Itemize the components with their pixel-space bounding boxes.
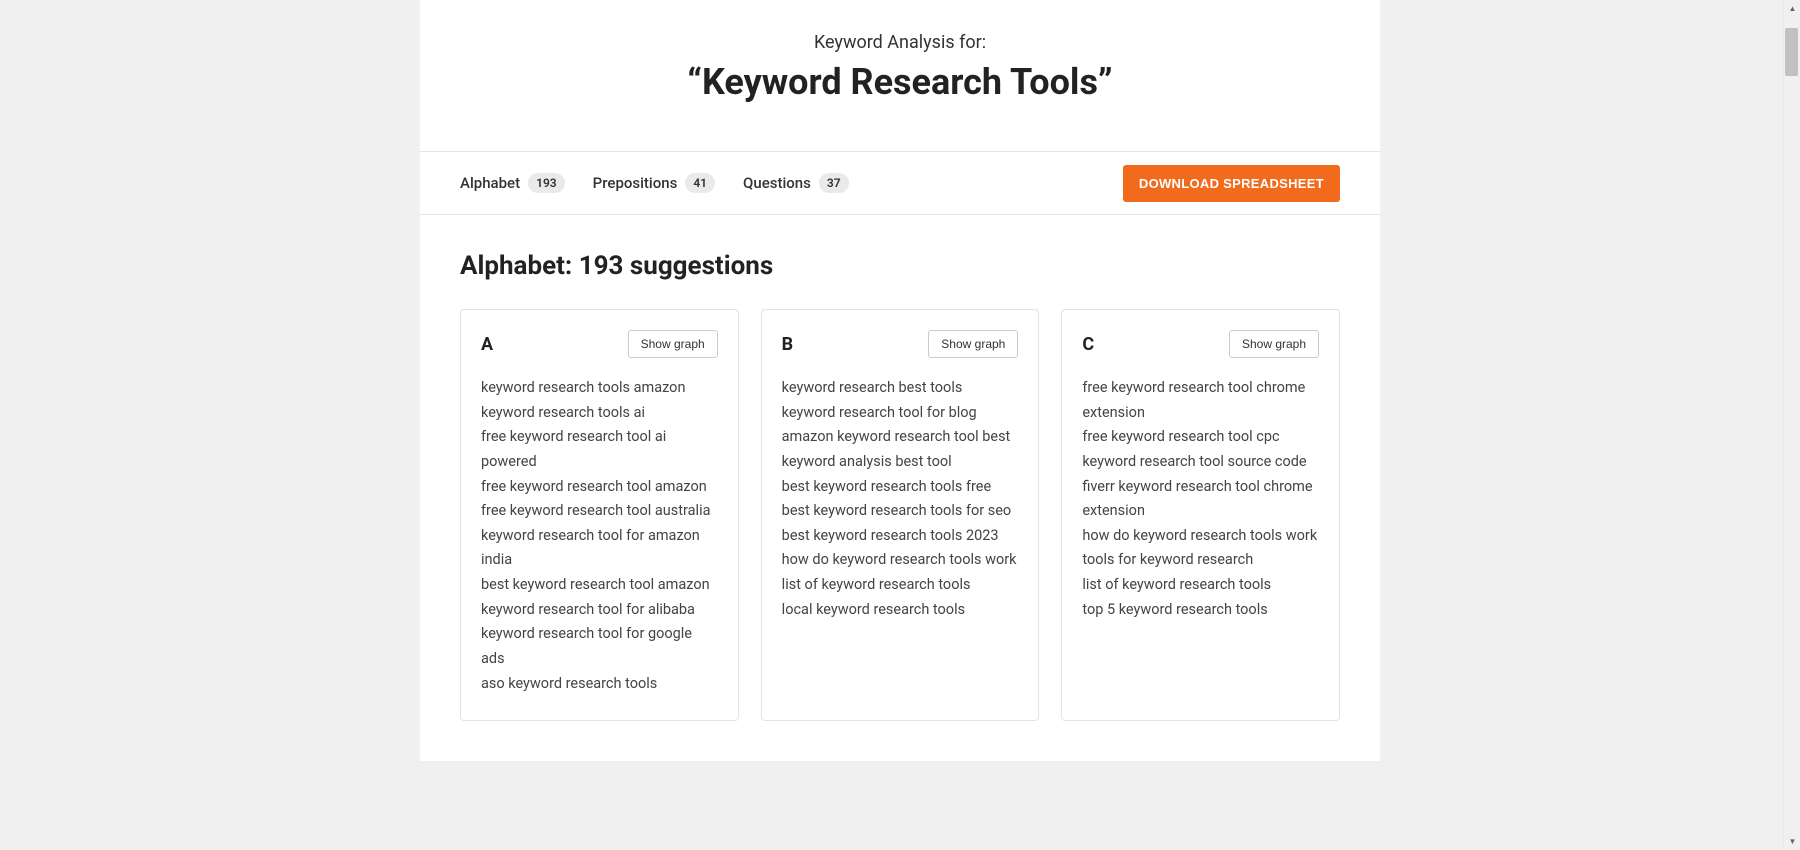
- card-a: A Show graph keyword research tools amaz…: [460, 309, 739, 721]
- keyword-item[interactable]: free keyword research tool ai powered: [481, 425, 718, 474]
- keyword-item[interactable]: free keyword research tool australia: [481, 499, 718, 524]
- keyword-item[interactable]: fiverr keyword research tool chrome exte…: [1082, 475, 1319, 524]
- keyword-item[interactable]: keyword research tools ai: [481, 401, 718, 426]
- show-graph-button[interactable]: Show graph: [1229, 330, 1319, 358]
- keyword-item[interactable]: free keyword research tool amazon: [481, 475, 718, 500]
- show-graph-button[interactable]: Show graph: [628, 330, 718, 358]
- keyword-list: free keyword research tool chrome extens…: [1082, 376, 1319, 622]
- main-panel: Keyword Analysis for: “Keyword Research …: [420, 0, 1380, 761]
- keyword-item[interactable]: keyword research tool for google ads: [481, 622, 718, 671]
- keyword-item[interactable]: keyword analysis best tool: [782, 450, 1019, 475]
- scroll-thumb[interactable]: [1785, 28, 1798, 76]
- tab-alphabet[interactable]: Alphabet 193: [460, 173, 565, 193]
- keyword-list: keyword research tools amazonkeyword res…: [481, 376, 718, 696]
- keyword-list: keyword research best toolskeyword resea…: [782, 376, 1019, 622]
- keyword-item[interactable]: tools for keyword research: [1082, 548, 1319, 573]
- keyword-item[interactable]: best keyword research tool amazon: [481, 573, 718, 598]
- card-letter: C: [1082, 334, 1094, 355]
- tab-questions[interactable]: Questions 37: [743, 173, 849, 193]
- tabs-bar: Alphabet 193 Prepositions 41 Questions 3…: [420, 151, 1380, 215]
- keyword-item[interactable]: how do keyword research tools work: [1082, 524, 1319, 549]
- keyword-item[interactable]: keyword research tool source code: [1082, 450, 1319, 475]
- header-keyword: “Keyword Research Tools”: [460, 61, 1340, 103]
- card-letter: A: [481, 334, 493, 355]
- keyword-item[interactable]: keyword research tool for blog: [782, 401, 1019, 426]
- show-graph-button[interactable]: Show graph: [928, 330, 1018, 358]
- header-label: Keyword Analysis for:: [460, 32, 1340, 53]
- keyword-item[interactable]: best keyword research tools 2023: [782, 524, 1019, 549]
- section-title: Alphabet: 193 suggestions: [460, 251, 1340, 281]
- card-letter: B: [782, 334, 794, 355]
- tab-questions-count: 37: [819, 173, 849, 193]
- keyword-item[interactable]: keyword research tool for amazon india: [481, 524, 718, 573]
- keyword-item[interactable]: best keyword research tools for seo: [782, 499, 1019, 524]
- card-c: C Show graph free keyword research tool …: [1061, 309, 1340, 721]
- alphabet-section: Alphabet: 193 suggestions A Show graph k…: [420, 215, 1380, 761]
- vertical-scrollbar[interactable]: ▲ ▼: [1783, 0, 1800, 850]
- keyword-item[interactable]: best keyword research tools free: [782, 475, 1019, 500]
- keyword-item[interactable]: keyword research tool for alibaba: [481, 598, 718, 623]
- keyword-item[interactable]: free keyword research tool cpc: [1082, 425, 1319, 450]
- keyword-item[interactable]: top 5 keyword research tools: [1082, 598, 1319, 623]
- card-b: B Show graph keyword research best tools…: [761, 309, 1040, 721]
- tab-prepositions[interactable]: Prepositions 41: [593, 173, 715, 193]
- cards-row: A Show graph keyword research tools amaz…: [460, 309, 1340, 721]
- header: Keyword Analysis for: “Keyword Research …: [420, 0, 1380, 151]
- scroll-down-icon[interactable]: ▼: [1784, 833, 1800, 850]
- tab-alphabet-count: 193: [528, 173, 565, 193]
- keyword-item[interactable]: local keyword research tools: [782, 598, 1019, 623]
- download-spreadsheet-button[interactable]: DOWNLOAD SPREADSHEET: [1123, 165, 1340, 202]
- tab-prepositions-count: 41: [685, 173, 715, 193]
- tabs: Alphabet 193 Prepositions 41 Questions 3…: [460, 173, 1123, 193]
- keyword-item[interactable]: amazon keyword research tool best: [782, 425, 1019, 450]
- keyword-item[interactable]: how do keyword research tools work: [782, 548, 1019, 573]
- keyword-item[interactable]: list of keyword research tools: [1082, 573, 1319, 598]
- keyword-item[interactable]: aso keyword research tools: [481, 672, 718, 697]
- keyword-item[interactable]: keyword research best tools: [782, 376, 1019, 401]
- keyword-item[interactable]: list of keyword research tools: [782, 573, 1019, 598]
- keyword-item[interactable]: keyword research tools amazon: [481, 376, 718, 401]
- keyword-item[interactable]: free keyword research tool chrome extens…: [1082, 376, 1319, 425]
- scroll-up-icon[interactable]: ▲: [1784, 0, 1800, 17]
